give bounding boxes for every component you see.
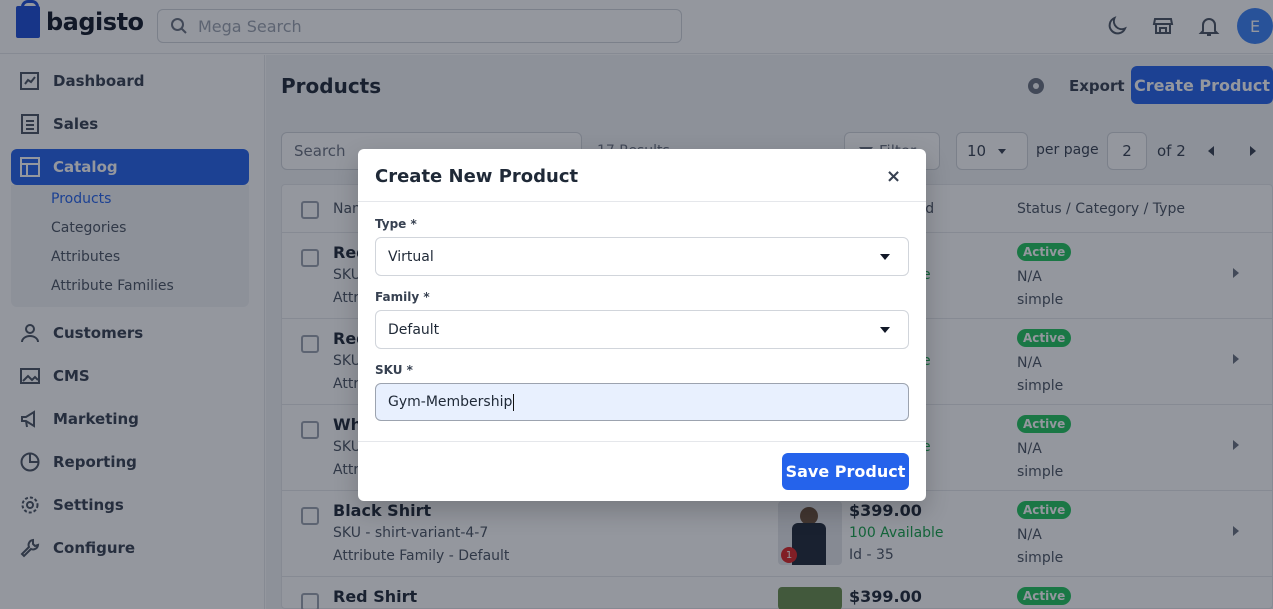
sku-input[interactable]: Gym-Membership [375,383,909,421]
modal-header: Create New Product × [358,149,926,202]
family-value: Default [388,321,440,338]
modal-title: Create New Product [375,166,579,187]
chevron-down-icon [880,327,890,333]
type-label: Type * [375,217,417,231]
close-icon[interactable]: × [886,166,901,187]
text-cursor [513,393,515,411]
chevron-down-icon [880,254,890,260]
save-product-button[interactable]: Save Product [782,453,909,490]
family-select[interactable]: Default [375,310,909,349]
modal-divider [358,441,926,442]
sku-value: Gym-Membership [388,394,513,410]
create-product-modal: Create New Product × Type * Virtual Fami… [358,149,926,501]
type-value: Virtual [388,248,434,265]
sku-label: SKU * [375,363,413,377]
type-select[interactable]: Virtual [375,237,909,276]
family-label: Family * [375,290,430,304]
